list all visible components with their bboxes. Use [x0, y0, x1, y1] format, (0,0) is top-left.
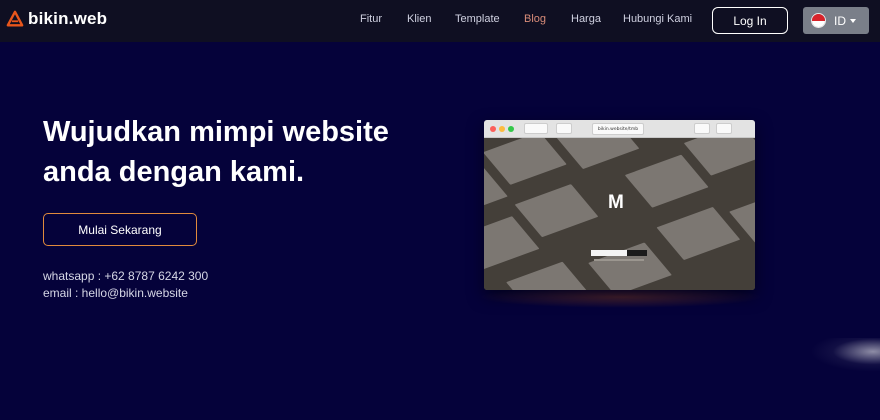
nav-item-fitur[interactable]: Fitur — [360, 13, 382, 25]
contact-info: whatsapp : +62 8787 6242 300 email : hel… — [43, 268, 208, 302]
indonesia-flag-icon — [811, 13, 826, 28]
caret-down-icon — [850, 18, 856, 23]
navbar: bikin.web Fitur Klien Template Blog Harg… — [0, 0, 880, 42]
mockup-subscribe-button — [627, 250, 647, 256]
maximize-dot-icon — [508, 126, 514, 132]
tabs-icon — [716, 123, 732, 134]
language-code: ID — [834, 13, 846, 28]
corner-light-decoration — [810, 338, 880, 372]
language-dropdown[interactable]: ID — [803, 7, 869, 34]
minimize-dot-icon — [499, 126, 505, 132]
whatsapp-contact[interactable]: whatsapp : +62 8787 6242 300 — [43, 268, 208, 285]
close-dot-icon — [490, 126, 496, 132]
mockup-email-field — [591, 250, 627, 256]
mockup-browser-toolbar: bikin.website/tmb — [484, 120, 755, 138]
mockup-url-bar: bikin.website/tmb — [592, 123, 644, 135]
sidebar-icon — [556, 123, 572, 134]
hero-headline-line1: Wujudkan mimpi website — [43, 116, 389, 148]
back-forward-icon — [524, 123, 548, 134]
nav-item-klien[interactable]: Klien — [407, 13, 431, 25]
hero-headline: Wujudkan mimpi website anda dengan kami. — [43, 112, 463, 192]
nav-item-blog[interactable]: Blog — [524, 13, 546, 25]
browser-mockup-image: bikin.website/tmb M — [484, 120, 755, 290]
nav-item-hubungi-kami[interactable]: Hubungi Kami — [623, 13, 692, 25]
mockup-dark-overlay — [484, 138, 755, 290]
login-button[interactable]: Log In — [712, 7, 788, 34]
mockup-page-content: M — [484, 138, 755, 290]
mockup-note-text — [594, 259, 644, 261]
hero-headline-line2: anda dengan kami. — [43, 156, 305, 188]
email-contact[interactable]: email : hello@bikin.website — [43, 285, 208, 302]
nav-item-template[interactable]: Template — [455, 13, 500, 25]
mockup-site-logo: M — [608, 192, 624, 213]
share-icon — [694, 123, 710, 134]
start-now-button[interactable]: Mulai Sekarang — [43, 213, 197, 246]
nav-item-harga[interactable]: Harga — [571, 13, 601, 25]
